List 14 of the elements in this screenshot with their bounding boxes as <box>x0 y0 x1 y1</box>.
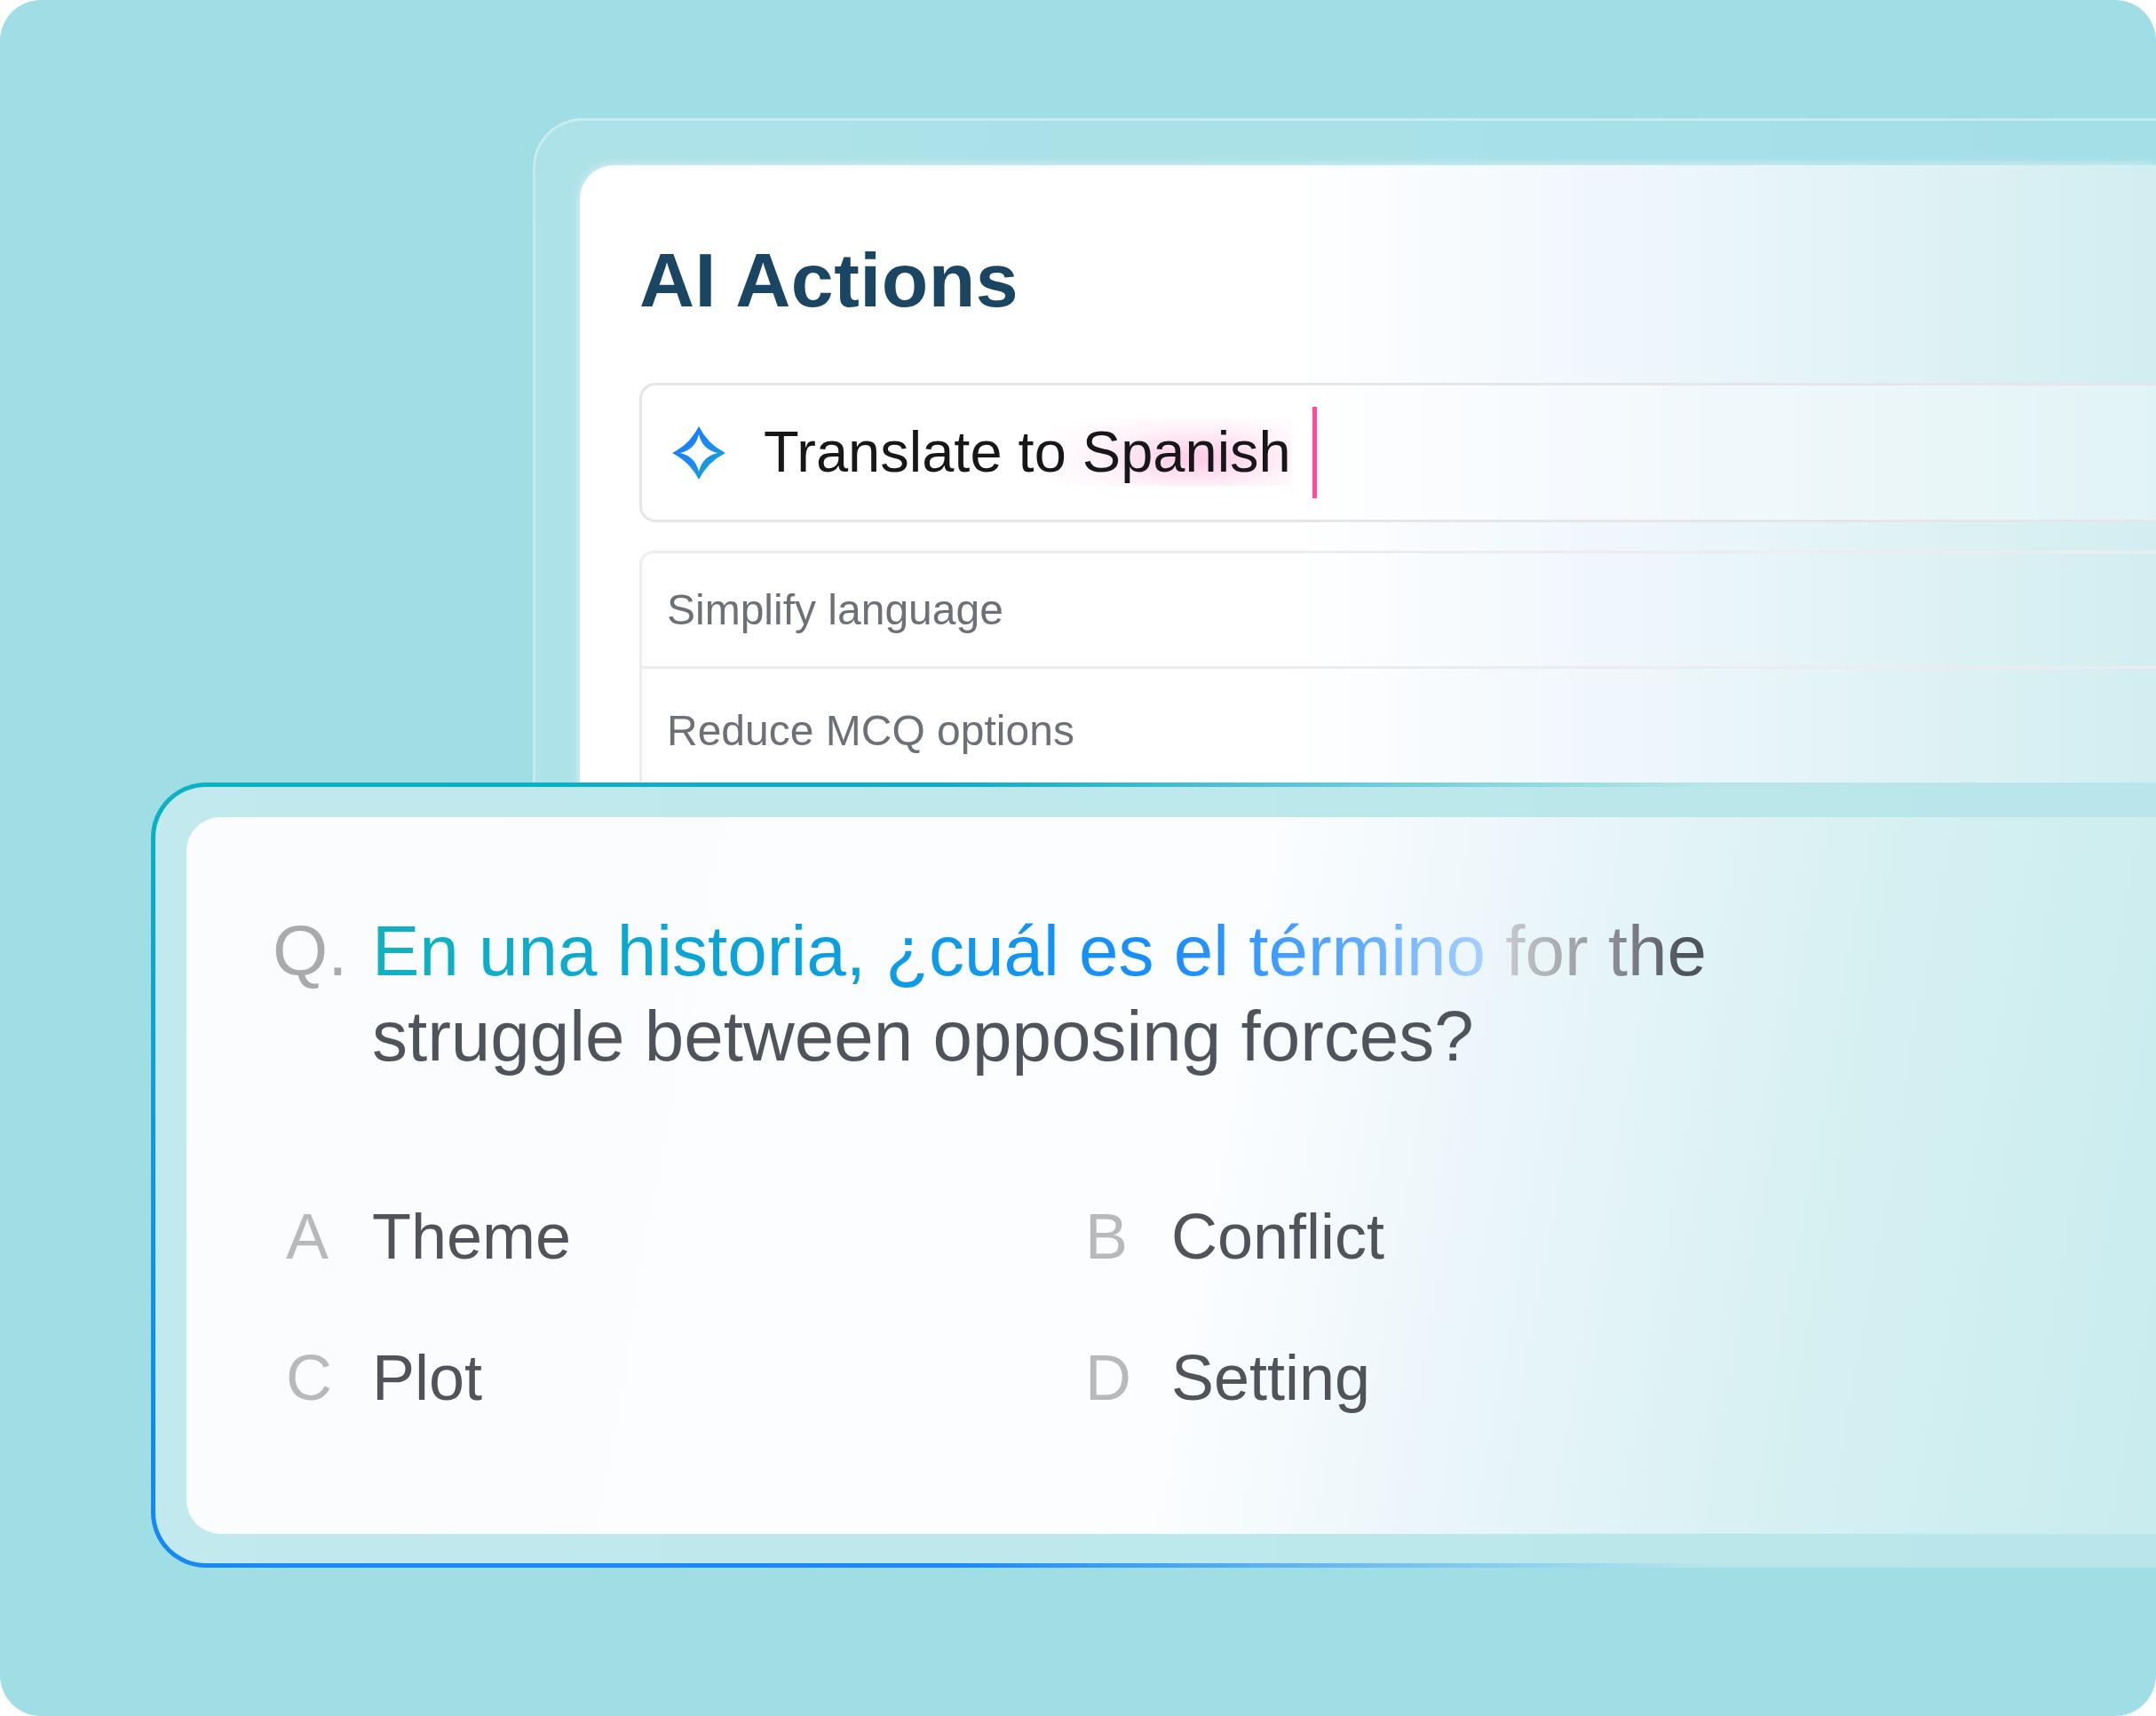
answer-option[interactable]: Setting <box>1171 1341 1371 1415</box>
action-option[interactable]: Simplify language <box>642 553 2156 666</box>
option-letter: D <box>1085 1341 1132 1415</box>
panel-title: AI Actions <box>639 236 1019 324</box>
prompt-field[interactable]: Translate to Spanish <box>639 383 2156 522</box>
action-option[interactable]: Reduce MCQ options <box>642 666 2156 784</box>
option-letter: B <box>1085 1200 1130 1274</box>
sparkle-icon <box>672 425 725 480</box>
question-label: Q. <box>273 910 349 992</box>
option-letter: A <box>286 1200 330 1274</box>
answer-option[interactable]: Plot <box>372 1341 483 1415</box>
answer-option[interactable]: Theme <box>372 1200 572 1274</box>
answer-option[interactable]: Conflict <box>1171 1200 1385 1274</box>
option-letter: C <box>286 1341 333 1415</box>
